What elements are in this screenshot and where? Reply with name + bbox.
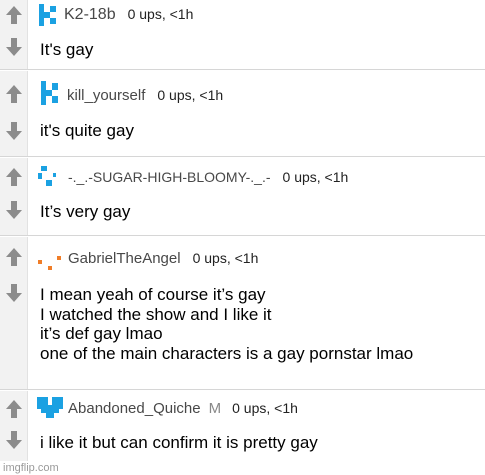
comment: kill_yourself 0 ups, <1h it's quite gay (0, 71, 485, 157)
upvote-arrow-icon[interactable] (6, 400, 22, 418)
username-link[interactable]: GabrielTheAngel (68, 250, 181, 267)
comment: GabrielTheAngel 0 ups, <1h I mean yeah of… (0, 237, 485, 390)
comment: K2-18b 0 ups, <1h It's gay (0, 0, 485, 70)
comment-line: I mean yeah of course it’s gay (40, 285, 266, 304)
downvote-arrow-icon[interactable] (6, 201, 22, 219)
comment-meta: K2-18b 0 ups, <1h (64, 6, 193, 24)
upvote-arrow-icon[interactable] (6, 168, 22, 186)
comment-line: it’s def gay lmao (40, 324, 163, 343)
comment-meta: -._.-SUGAR-HIGH-BLOOMY-._.- 0 ups, <1h (68, 169, 348, 187)
vote-column (0, 237, 28, 389)
username-link[interactable]: Abandoned_Quiche (68, 400, 201, 417)
vote-column (0, 391, 28, 461)
comment-line: i like it but can confirm it is pretty g… (40, 433, 318, 452)
blue-heart-icon[interactable] (36, 395, 64, 419)
blue-k-logo-icon[interactable] (39, 80, 61, 105)
username-link[interactable]: K2-18b (64, 6, 116, 23)
vote-stats: 0 ups, <1h (282, 169, 349, 185)
comment-text: It's gay (40, 40, 93, 60)
blue-k-logo-icon[interactable] (37, 3, 59, 27)
watermark: imgflip.com (3, 462, 59, 474)
vote-stats: 0 ups, <1h (232, 400, 298, 416)
comment-meta: kill_yourself 0 ups, <1h (67, 87, 223, 105)
blue-pixel-icon[interactable] (37, 164, 59, 188)
username-link[interactable]: kill_yourself (67, 87, 145, 104)
username-link[interactable]: -._.-SUGAR-HIGH-BLOOMY-._.- (68, 169, 271, 185)
vote-stats: 0 ups, <1h (157, 87, 224, 103)
downvote-arrow-icon[interactable] (6, 38, 22, 56)
downvote-arrow-icon[interactable] (6, 122, 22, 140)
mod-badge: M (208, 400, 222, 417)
downvote-arrow-icon[interactable] (6, 284, 22, 302)
comment: Abandoned_Quiche M 0 ups, <1h i like it bu… (0, 391, 485, 461)
vote-stats: 0 ups, <1h (127, 6, 194, 22)
downvote-arrow-icon[interactable] (6, 431, 22, 449)
upvote-arrow-icon[interactable] (6, 6, 22, 24)
comment-text: I mean yeah of course it’s gay I watched… (40, 285, 413, 363)
comment-text: it's quite gay (40, 121, 134, 141)
vote-stats: 0 ups, <1h (192, 250, 259, 266)
comment-line: it's quite gay (40, 121, 134, 140)
comment-text: It’s very gay (40, 202, 130, 222)
comment-text: i like it but can confirm it is pretty g… (40, 433, 318, 453)
orange-dots-icon[interactable] (37, 247, 61, 271)
comment-meta: Abandoned_Quiche M 0 ups, <1h (68, 400, 298, 418)
comment-line: one of the main characters is a gay porn… (40, 343, 414, 363)
upvote-arrow-icon[interactable] (6, 85, 22, 103)
comment: -._.-SUGAR-HIGH-BLOOMY-._.- 0 ups, <1h It… (0, 158, 485, 236)
vote-column (0, 158, 28, 235)
comment-line: It’s very gay (40, 202, 131, 221)
comment-line: It's gay (40, 40, 94, 59)
vote-column (0, 71, 28, 156)
comment-meta: GabrielTheAngel 0 ups, <1h (68, 250, 258, 268)
upvote-arrow-icon[interactable] (6, 248, 22, 266)
vote-column (0, 0, 28, 69)
comment-line: I watched the show and I like it (40, 304, 272, 324)
